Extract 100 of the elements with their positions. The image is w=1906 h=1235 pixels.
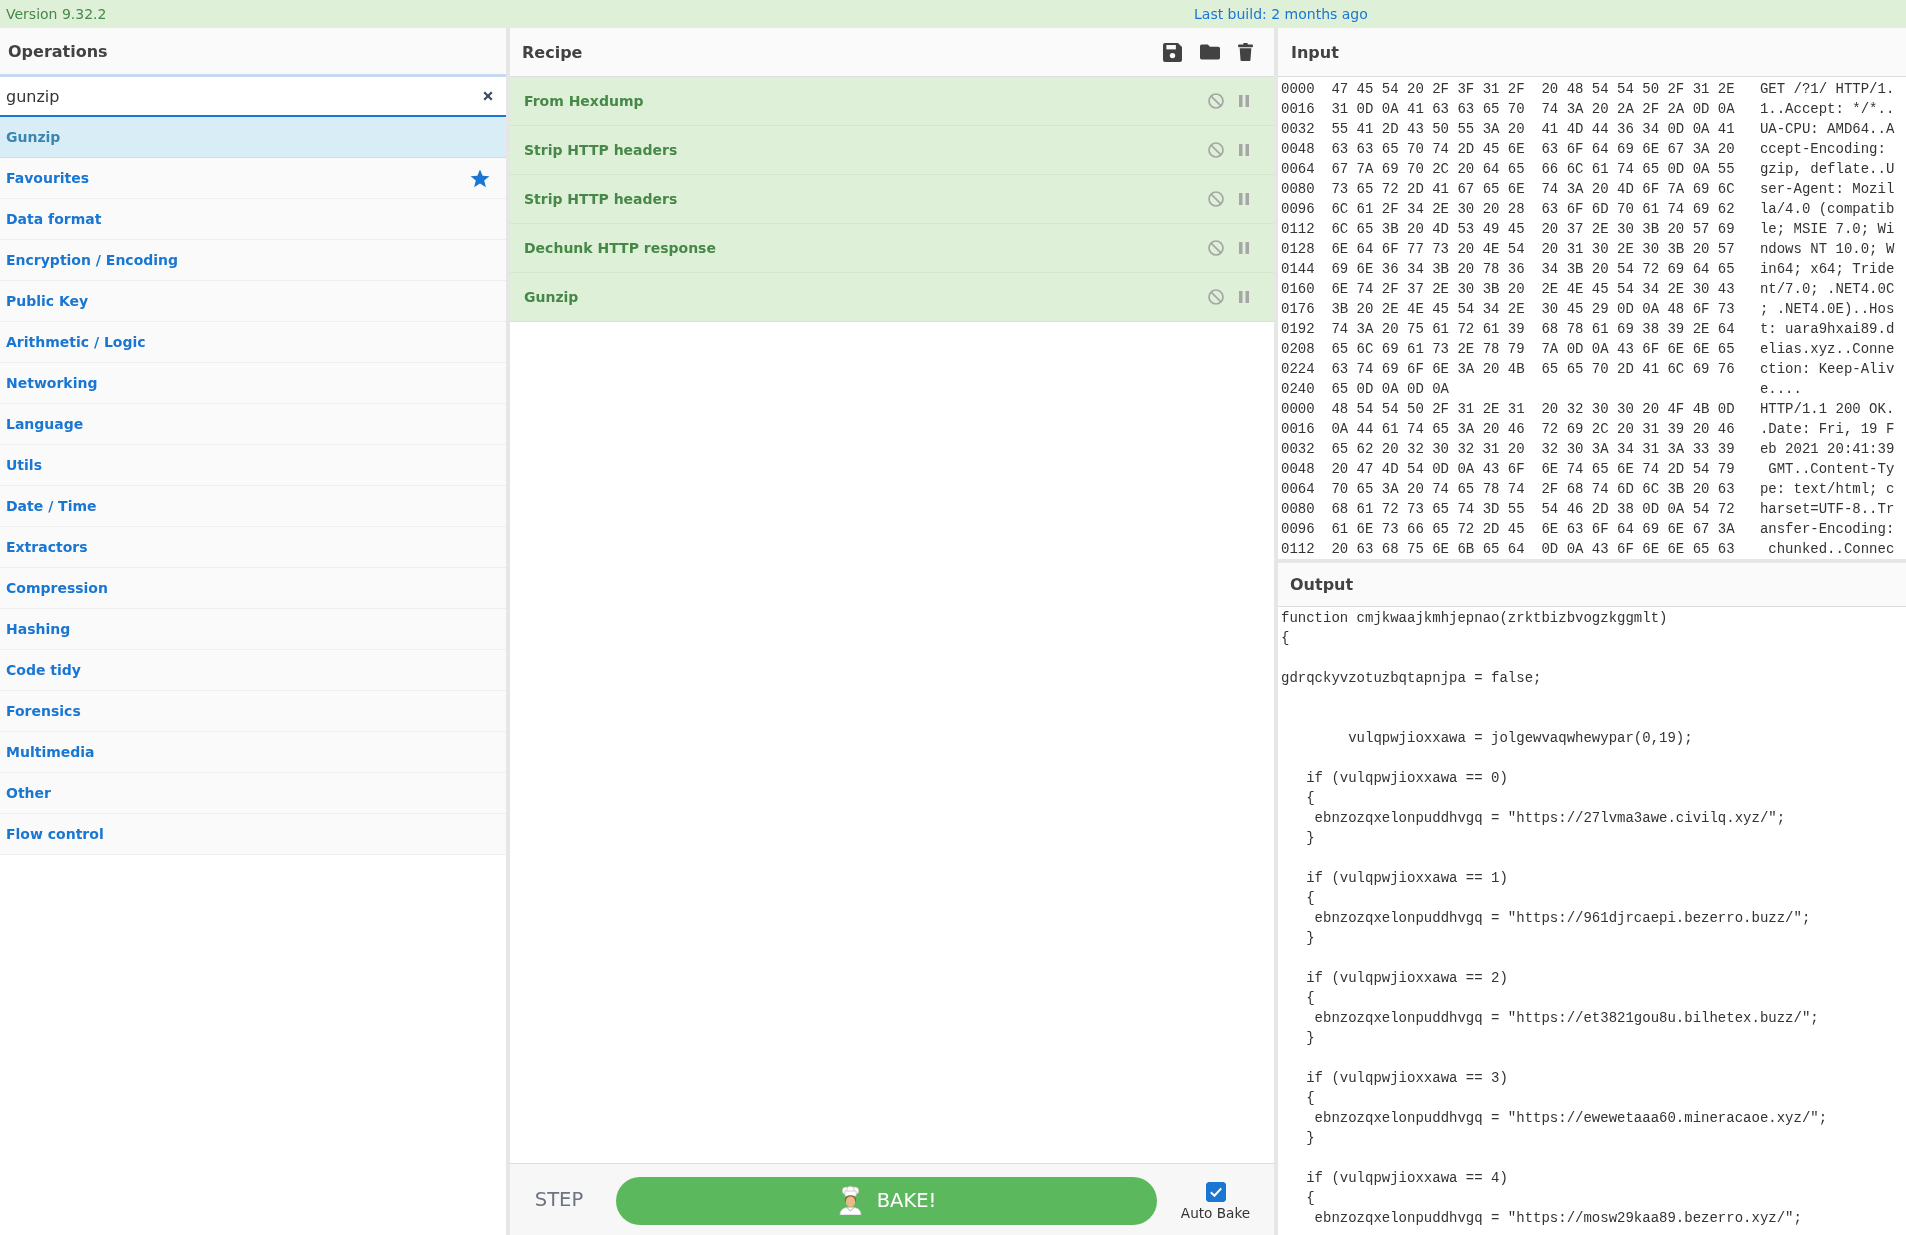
disable-icon[interactable]	[1208, 240, 1224, 256]
category-item[interactable]: Flow control	[0, 814, 506, 855]
hex-ascii: e....	[1759, 380, 1802, 399]
hex-offset: 0112	[1281, 540, 1315, 559]
code-line: gdrqckyvzotuzbqtapnjpa = false;	[1281, 670, 1542, 686]
search-field[interactable]: gunzip	[0, 74, 506, 117]
hex-offset: 0048	[1281, 140, 1315, 159]
hex-offset: 0128	[1281, 240, 1315, 259]
hex-ascii: GMT..Content-Ty	[1767, 460, 1895, 479]
code-line: }	[1305, 1130, 1315, 1146]
pause-icon[interactable]	[1239, 291, 1249, 303]
hex-bytes: 65 0D 0A 0D 0A	[1331, 380, 1450, 399]
close-icon[interactable]	[483, 91, 493, 101]
hex-offset: 0080	[1281, 500, 1315, 519]
category-item[interactable]: Other	[0, 773, 506, 814]
category-item[interactable]: Data format	[0, 199, 506, 240]
hex-bytes: 6C 61 2F 34 2E 30 20 28 63 6F 6D 70 61 74 69 62	[1331, 200, 1735, 219]
category-item[interactable]: Hashing	[0, 609, 506, 650]
category-item[interactable]: Favourites	[0, 158, 506, 199]
category-item[interactable]: Extractors	[0, 527, 506, 568]
disable-icon[interactable]	[1208, 142, 1224, 158]
auto-bake-label: Auto Bake	[1180, 1205, 1251, 1221]
recipe-operation[interactable]: Strip HTTP headers	[510, 126, 1274, 175]
category-item[interactable]: Code tidy	[0, 650, 506, 691]
pause-icon[interactable]	[1239, 95, 1249, 107]
hex-bytes: 6E 74 2F 37 2E 30 3B 20 2E 4E 45 54 34 2E 30 43	[1331, 280, 1735, 299]
code-line: {	[1305, 1090, 1315, 1106]
hex-offset: 0032	[1281, 440, 1315, 459]
category-item[interactable]: Multimedia	[0, 732, 506, 773]
category-item[interactable]: Language	[0, 404, 506, 445]
hex-ascii: gzip, deflate..U	[1759, 160, 1895, 179]
operation-name: Strip HTTP headers	[524, 191, 678, 207]
hex-ascii: ccept-Encoding:	[1759, 140, 1886, 159]
category-item[interactable]: Encryption / Encoding	[0, 240, 506, 281]
code-line: if (vulqpwjioxxawa == 1)	[1305, 870, 1508, 886]
hex-ascii: ser-Agent: Mozil	[1759, 180, 1895, 199]
operation-name: Dechunk HTTP response	[524, 240, 716, 256]
code-line: }	[1305, 930, 1315, 946]
code-line: function cmjkwaajkmhjepnao(zrktbizbvogzkggmlt)	[1281, 610, 1668, 626]
recipe-operation[interactable]: Gunzip	[510, 273, 1274, 322]
hex-bytes: 67 7A 69 70 2C 20 64 65 66 6C 61 74 65 0D 0A 55	[1331, 160, 1735, 179]
hex-ascii: ; .NET4.0E)..Hos	[1759, 300, 1895, 319]
hex-offset: 0240	[1281, 380, 1315, 399]
hex-ascii: harset=UTF-8..Tr	[1759, 500, 1895, 519]
category-item[interactable]: Forensics	[0, 691, 506, 732]
hex-ascii: ansfer-Encoding:	[1759, 520, 1895, 539]
hex-bytes: 74 3A 20 75 61 72 61 39 68 78 61 69 38 39 2E 64	[1331, 320, 1735, 339]
hex-offset: 0032	[1281, 120, 1315, 139]
category-item[interactable]: Utils	[0, 445, 506, 486]
panel-title: Recipe	[522, 42, 583, 62]
hex-bytes: 65 62 20 32 30 32 31 20 32 30 3A 34 31 3A 33 39	[1331, 440, 1735, 459]
folder-icon[interactable]	[1200, 44, 1220, 60]
trash-icon[interactable]	[1238, 43, 1253, 61]
hex-bytes: 73 65 72 2D 41 67 65 6E 74 3A 20 4D 6F 7A 69 6C	[1331, 180, 1735, 199]
code-line: }	[1305, 1030, 1315, 1046]
hex-ascii: 1..Accept: */*..	[1759, 100, 1895, 119]
hex-ascii: elias.xyz..Conne	[1759, 340, 1895, 359]
hex-offset: 0064	[1281, 480, 1315, 499]
code-line: {	[1305, 1190, 1315, 1206]
category-item[interactable]: Date / Time	[0, 486, 506, 527]
hex-bytes: 0A 44 61 74 65 3A 20 46 72 69 2C 20 31 39 20 46	[1331, 420, 1735, 439]
hex-bytes: 55 41 2D 43 50 55 3A 20 41 4D 44 36 34 0D 0A 41	[1331, 120, 1735, 139]
save-icon[interactable]	[1163, 42, 1182, 62]
disable-icon[interactable]	[1208, 93, 1224, 109]
operation-name: Strip HTTP headers	[524, 142, 678, 158]
hex-bytes: 63 63 65 70 74 2D 45 6E 63 6F 64 69 6E 67 3A 20	[1331, 140, 1735, 159]
hex-offset: 0080	[1281, 180, 1315, 199]
code-line: if (vulqpwjioxxawa == 3)	[1305, 1070, 1508, 1086]
version-text: Version 9.32.2	[5, 6, 107, 22]
hex-offset: 0176	[1281, 300, 1315, 319]
step-button[interactable]: STEP	[532, 1184, 586, 1215]
hex-ascii: UA-CPU: AMD64..A	[1759, 120, 1895, 139]
category-item[interactable]: Networking	[0, 363, 506, 404]
hex-ascii: in64; x64; Tride	[1759, 260, 1895, 279]
hex-ascii: la/4.0 (compatib	[1759, 200, 1895, 219]
pause-icon[interactable]	[1239, 242, 1249, 254]
hex-ascii: ndows NT 10.0; W	[1759, 240, 1895, 259]
hex-offset: 0224	[1281, 360, 1315, 379]
bake-button[interactable]: BAKE!	[616, 1176, 1157, 1225]
code-line: ebnzozqxelonpuddhvgq = "https://ewewetaaa60.mineracaoe.xyz/";	[1313, 1110, 1828, 1126]
recipe-operation[interactable]: Dechunk HTTP response	[510, 224, 1274, 273]
disable-icon[interactable]	[1208, 289, 1224, 305]
star-icon	[470, 168, 490, 188]
hex-bytes: 61 6E 73 66 65 72 2D 45 6E 63 6F 64 69 6E 67 3A	[1331, 520, 1735, 539]
pause-icon[interactable]	[1239, 144, 1249, 156]
hex-ascii: le; MSIE 7.0; Wi	[1759, 220, 1895, 239]
recipe-operation[interactable]: Strip HTTP headers	[510, 175, 1274, 224]
category-item[interactable]: Arithmetic / Logic	[0, 322, 506, 363]
pause-icon[interactable]	[1239, 193, 1249, 205]
disable-icon[interactable]	[1208, 191, 1224, 207]
hex-offset: 0112	[1281, 220, 1315, 239]
operation-item[interactable]: Gunzip	[0, 117, 506, 158]
hex-bytes: 70 65 3A 20 74 65 78 74 2F 68 74 6D 6C 3B 20 63	[1331, 480, 1735, 499]
category-item[interactable]: Compression	[0, 568, 506, 609]
category-item[interactable]: Public Key	[0, 281, 506, 322]
hex-bytes: 31 0D 0A 41 63 63 65 70 74 3A 20 2A 2F 2A 0D 0A	[1331, 100, 1735, 119]
code-line: ebnzozqxelonpuddhvgq = "https://mosw29kaa89.bezerro.xyz/";	[1313, 1210, 1802, 1226]
code-line: if (vulqpwjioxxawa == 2)	[1305, 970, 1508, 986]
auto-bake-checkbox[interactable]	[1205, 1182, 1226, 1202]
recipe-operation[interactable]: From Hexdump	[510, 77, 1274, 126]
